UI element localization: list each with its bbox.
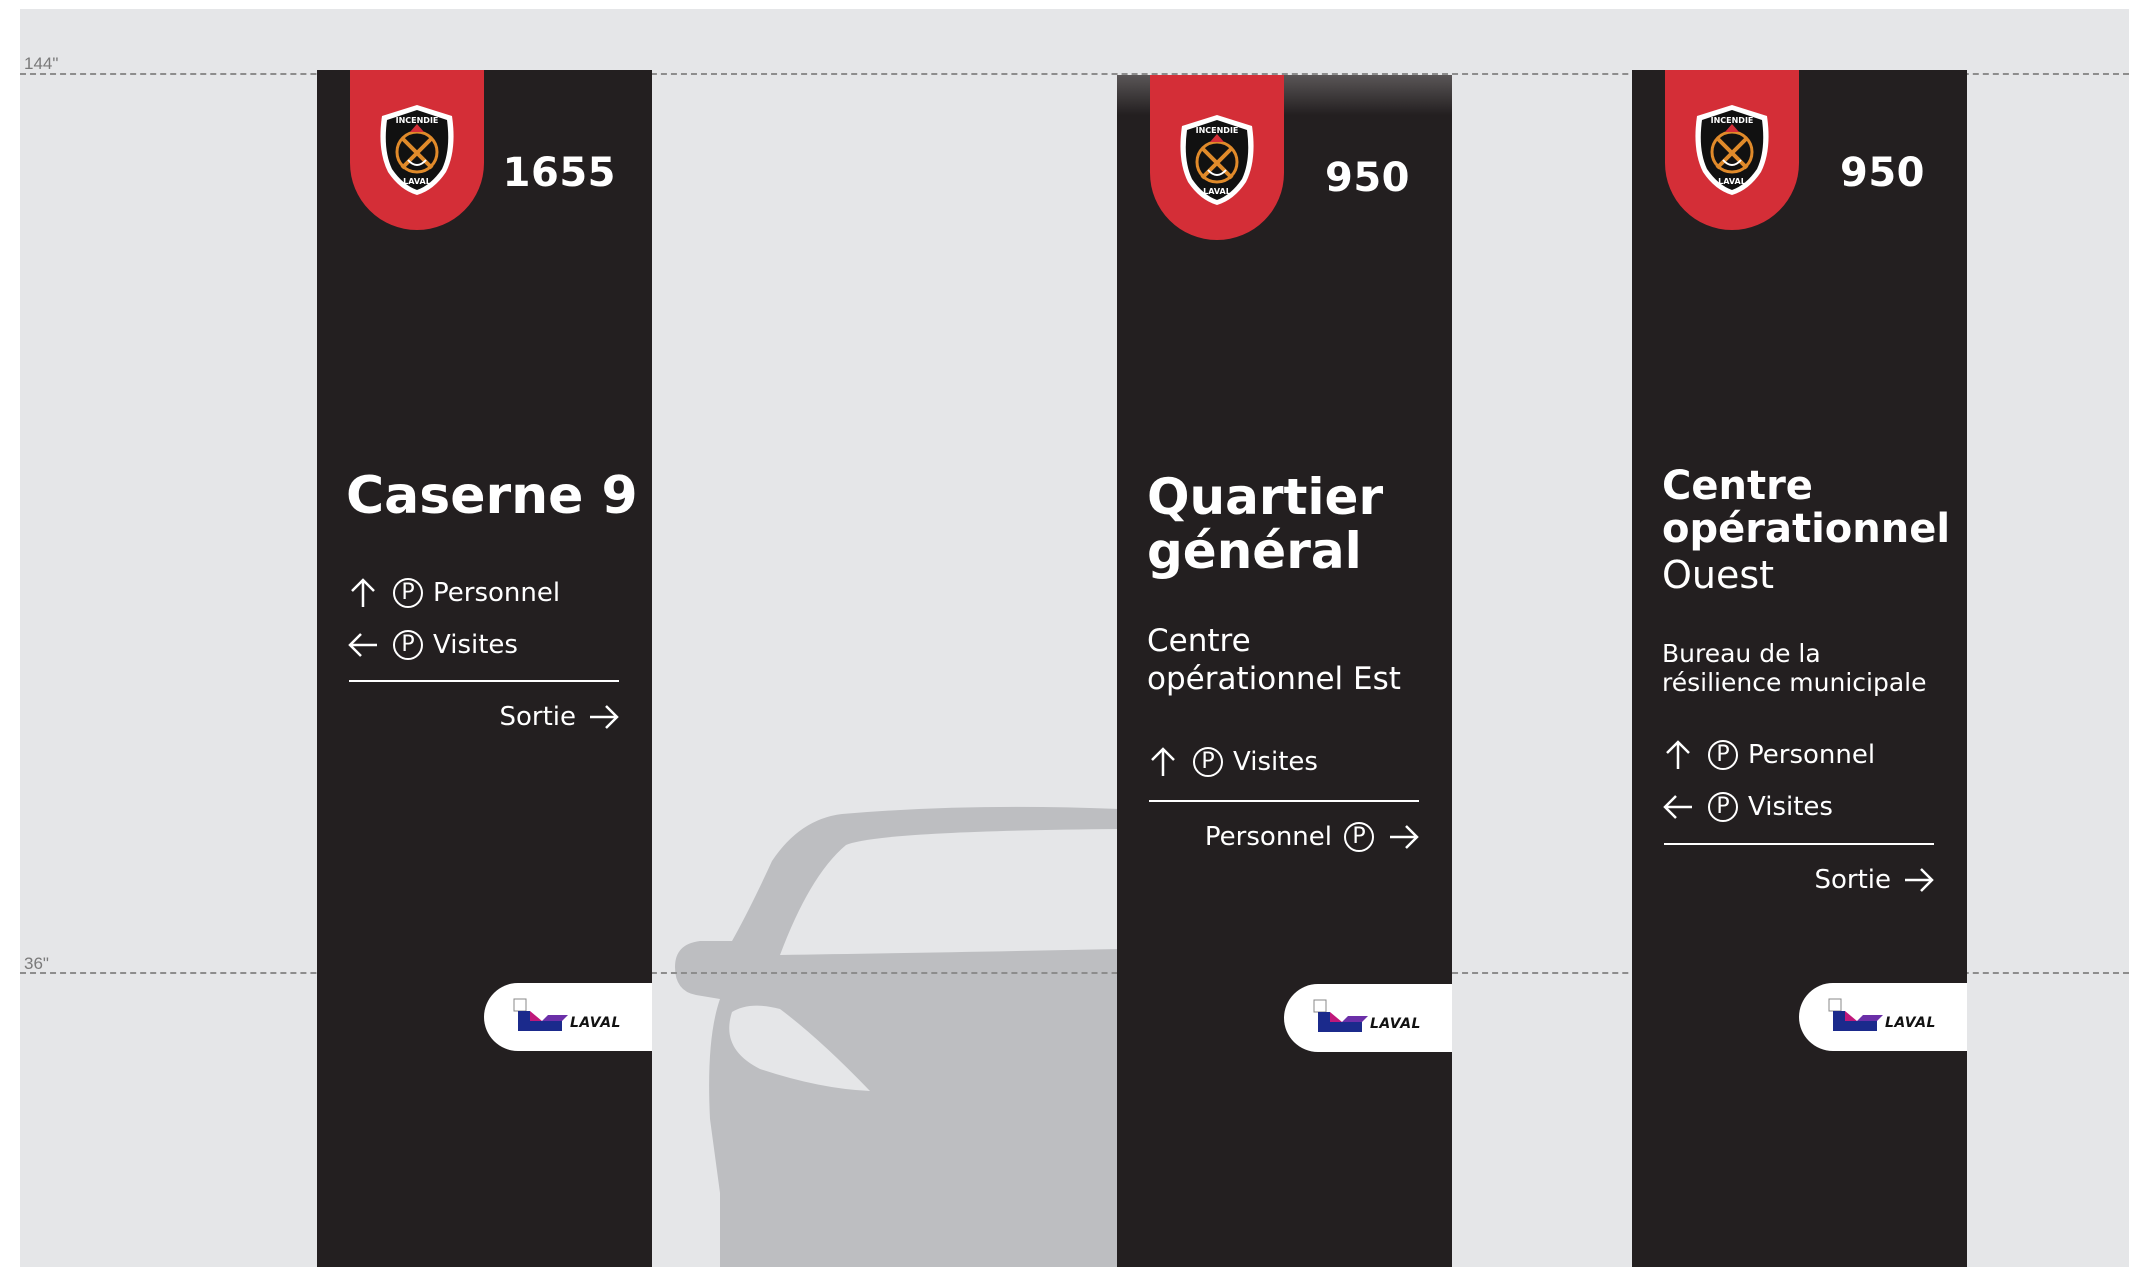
emblem-top-text: INCENDIE [1711,116,1754,125]
parking-icon: P [1344,822,1374,852]
guide-label-144: 144" [24,54,59,73]
laval-wordmark: LAVAL [570,1015,621,1031]
pylon-centre-operationnel-ouest: INCENDIE LAVAL 950 Centre opérationnel O… [1632,70,1967,1267]
divider [1664,843,1934,845]
emblem-top-text: INCENDIE [1196,126,1239,135]
exit-label: Sortie [1814,865,1891,895]
laval-logo-badge: LAVAL [1799,983,1967,1051]
subtitle-line-2: opérationnel Est [1147,660,1401,697]
direction-label: Visites [433,630,518,660]
arrow-up-icon [1666,740,1690,769]
pylon-subtitle: Centre opérationnel Est [1147,623,1401,699]
signage-elevation-canvas: 144" 36" INCENDIE LAVAL 1655 Caserne 9 P… [20,9,2129,1267]
parking-icon: P [393,578,423,608]
emblem-tab: INCENDIE LAVAL [1150,75,1284,240]
direction-row-visites: P Visites [1662,787,1833,827]
subtitle-line-2: résilience municipale [1662,667,1927,697]
exit-row: Sortie [499,697,620,737]
civic-number: 950 [1840,150,1925,196]
pylon-quartier-general: INCENDIE LAVAL 950 Quartier général Cent… [1117,75,1452,1267]
arrow-up-icon [1151,747,1175,776]
direction-row-personnel: P Personnel [1662,735,1875,775]
subtitle-line-1: Bureau de la [1662,639,1821,668]
pylon-title: Centre opérationnel Ouest [1662,463,1951,598]
laval-logo-badge: LAVAL [484,983,652,1051]
arrow-left-icon [1663,795,1692,819]
civic-number: 950 [1325,155,1410,201]
arrow-right-icon [1905,868,1934,892]
title-line-1: Centre [1662,463,1813,509]
exit-row: Sortie [1814,860,1935,900]
direction-row-personnel: P Personnel [347,573,560,613]
laval-l-mark-icon [513,998,568,1031]
title-line-2: général [1147,522,1362,580]
title-line-3: Ouest [1662,553,1775,598]
parking-icon: P [393,630,423,660]
laval-l-mark-icon [1828,998,1883,1031]
exit-row: Personnel P [1205,817,1420,857]
emblem-bottom-text: LAVAL [403,177,431,186]
laval-wordmark: LAVAL [1885,1015,1936,1031]
direction-row-visites: P Visites [347,625,518,665]
pylon-caserne-9: INCENDIE LAVAL 1655 Caserne 9 P Personne… [317,70,652,1267]
parking-icon: P [1708,792,1738,822]
fire-helmet-crest-icon: INCENDIE LAVAL [380,105,454,195]
arrow-right-icon [590,705,619,729]
title-line-2: opérationnel [1662,506,1951,553]
direction-label: Visites [1233,747,1318,777]
divider [349,680,619,682]
laval-wordmark: LAVAL [1370,1016,1421,1032]
pylon-title: Quartier général [1147,470,1383,578]
direction-label: Personnel [1748,740,1876,770]
fire-helmet-crest-icon: INCENDIE LAVAL [1180,115,1254,205]
laval-logo-badge: LAVAL [1284,984,1452,1052]
emblem-top-text: INCENDIE [396,116,439,125]
exit-label: Sortie [499,702,576,732]
emblem-bottom-text: LAVAL [1718,177,1746,186]
arrow-left-icon [348,633,377,657]
direction-label: Personnel [433,578,561,608]
direction-label: Visites [1748,792,1833,822]
arrow-up-icon [351,578,375,607]
emblem-bottom-text: LAVAL [1203,187,1231,196]
arrow-right-icon [1390,825,1419,849]
title-line-1: Quartier [1147,468,1384,526]
guide-label-36: 36" [24,954,49,973]
laval-l-mark-icon [1313,999,1368,1032]
divider [1149,800,1419,802]
pylon-title: Caserne 9 [346,466,638,526]
emblem-tab: INCENDIE LAVAL [1665,70,1799,230]
direction-row-visites: P Visites [1147,742,1318,782]
subtitle-line-1: Centre [1147,623,1251,659]
fire-helmet-crest-icon: INCENDIE LAVAL [1695,105,1769,195]
parking-icon: P [1708,740,1738,770]
civic-number: 1655 [502,150,616,196]
parking-icon: P [1193,747,1223,777]
pylon-subtitle: Bureau de la résilience municipale [1662,639,1927,697]
emblem-tab: INCENDIE LAVAL [350,70,484,230]
exit-label: Personnel [1204,822,1332,852]
